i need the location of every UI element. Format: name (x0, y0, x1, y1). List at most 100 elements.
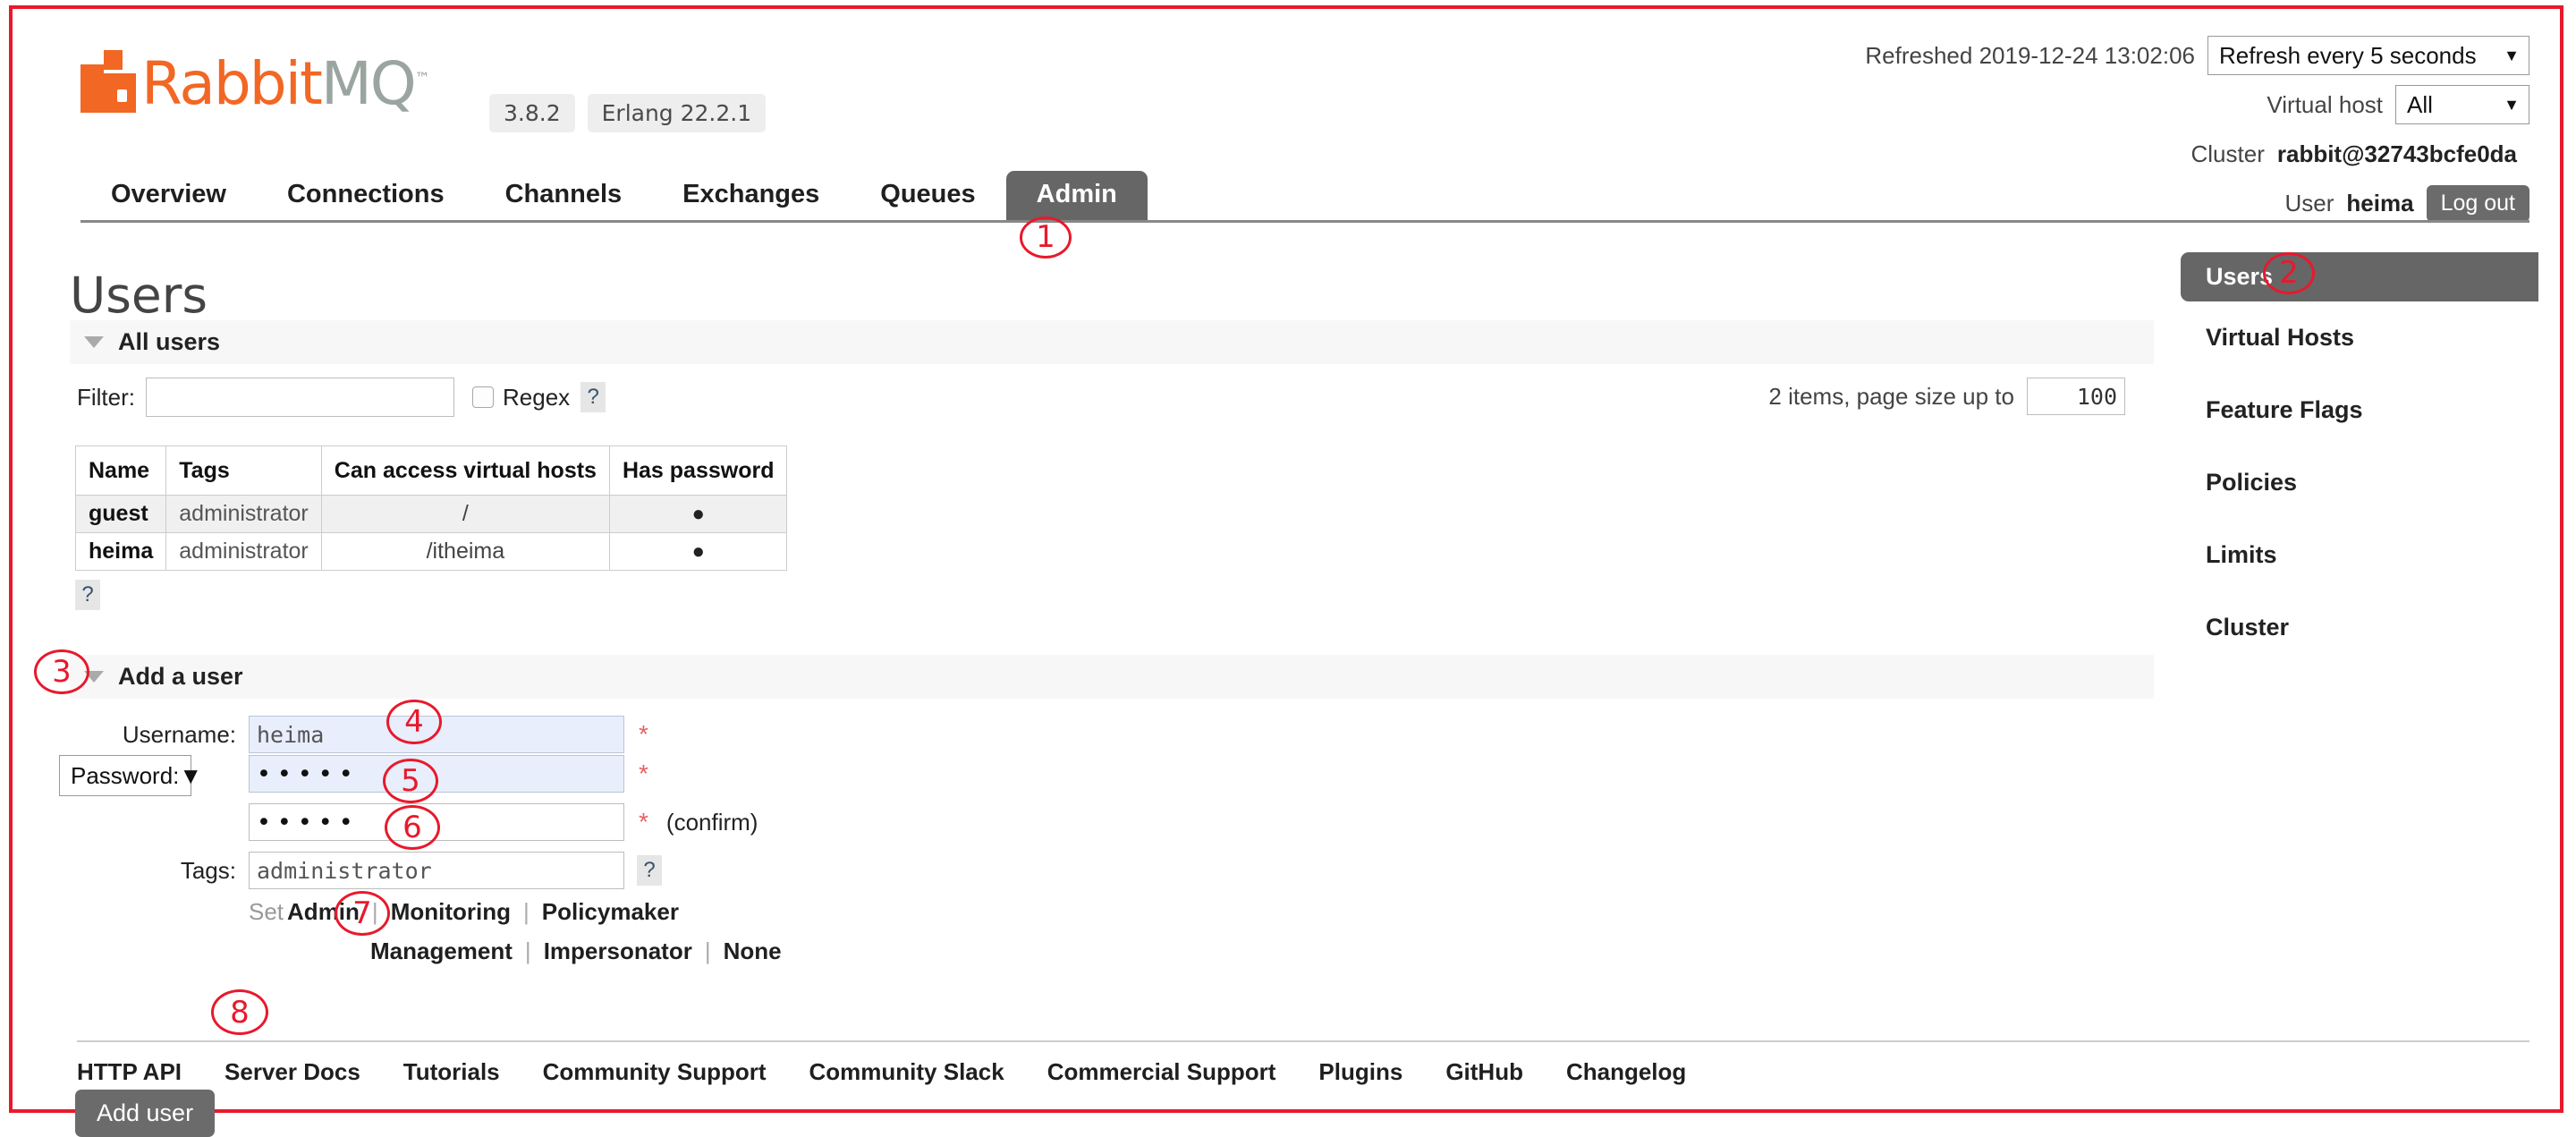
password-type-value: Password: (71, 761, 180, 789)
trademark-symbol: ™ (414, 70, 430, 89)
column-header-has-password[interactable]: Has password (608, 445, 788, 496)
regex-label: Regex (503, 383, 571, 411)
user-name-cell[interactable]: guest (74, 495, 167, 533)
rabbitmq-logo[interactable]: RabbitMQ™ (80, 50, 430, 114)
main-navigation: Overview Connections Channels Exchanges … (13, 166, 2560, 222)
chevron-down-icon: ▼ (2504, 46, 2520, 64)
column-header-vhosts[interactable]: Can access virtual hosts (320, 445, 610, 496)
confirm-note: (confirm) (665, 808, 758, 836)
tags-input[interactable] (249, 852, 624, 889)
tags-row: Tags: ? (13, 852, 662, 889)
add-user-button[interactable]: Add user (75, 1090, 216, 1137)
role-separator: | (524, 938, 531, 964)
password-row: ••••• * (249, 755, 648, 793)
user-has-password-cell: ● (608, 495, 788, 533)
password-confirm-input[interactable]: ••••• (249, 803, 624, 841)
rabbitmq-version-badge: 3.8.2 (489, 94, 575, 132)
username-row: Username: * (13, 716, 648, 753)
user-vhosts-cell: / (320, 495, 610, 533)
filter-input[interactable] (146, 378, 454, 417)
footer-link-github[interactable]: GitHub (1445, 1058, 1523, 1086)
column-header-name[interactable]: Name (74, 445, 167, 496)
sidebar-item-cluster[interactable]: Cluster (2181, 603, 2538, 652)
role-shortcuts-row-1: Set Admin | Monitoring | Policymaker (249, 898, 875, 926)
add-user-section-label: Add a user (118, 663, 243, 690)
username-label: Username: (122, 720, 236, 748)
sidebar-item-users[interactable]: Users (2181, 252, 2538, 301)
table-row[interactable]: guest administrator / ● (74, 495, 788, 533)
password-masked-value: ••••• (257, 759, 360, 788)
erlang-version-badge: Erlang 22.2.1 (587, 94, 767, 132)
tab-connections[interactable]: Connections (257, 171, 475, 222)
tab-overview[interactable]: Overview (80, 171, 257, 222)
sidebar-item-policies[interactable]: Policies (2181, 458, 2538, 507)
regex-help-icon[interactable]: ? (580, 382, 606, 412)
cluster-label: Cluster (2190, 140, 2265, 167)
vhost-select[interactable]: All ▼ (2395, 85, 2529, 124)
page-size-input[interactable] (2027, 378, 2125, 415)
role-link-admin[interactable]: Admin (287, 898, 360, 926)
tab-queues[interactable]: Queues (850, 171, 1005, 222)
footer-link-community-slack[interactable]: Community Slack (809, 1058, 1004, 1086)
sidebar-item-limits[interactable]: Limits (2181, 530, 2538, 580)
role-link-management[interactable]: Management (370, 938, 513, 965)
vhost-select-value: All (2407, 90, 2433, 118)
cluster-name: rabbit@32743bcfe0da (2276, 140, 2517, 167)
username-input[interactable] (249, 716, 624, 753)
collapse-triangle-icon[interactable] (84, 336, 104, 348)
required-marker: * (639, 759, 648, 787)
role-link-impersonator[interactable]: Impersonator (544, 938, 692, 965)
table-row[interactable]: heima administrator /itheima ● (74, 532, 788, 571)
users-table: Name Tags Can access virtual hosts Has p… (74, 445, 788, 571)
nav-divider (80, 220, 2529, 223)
role-link-none[interactable]: None (724, 938, 782, 965)
required-marker: * (639, 720, 648, 748)
footer-link-commercial-support[interactable]: Commercial Support (1047, 1058, 1276, 1086)
tab-admin[interactable]: Admin (1005, 171, 1148, 222)
item-count-label: 2 items, page size up to (1768, 382, 2014, 410)
refresh-interval-value: Refresh every 5 seconds (2219, 41, 2477, 69)
tags-label: Tags: (180, 856, 236, 884)
logo-text-mq: MQ (320, 49, 417, 119)
filter-label: Filter: (77, 383, 135, 411)
regex-checkbox[interactable] (472, 386, 494, 408)
vhost-row: Virtual host All ▼ (1865, 85, 2529, 124)
column-header-tags[interactable]: Tags (165, 445, 322, 496)
footer-link-plugins[interactable]: Plugins (1318, 1058, 1402, 1086)
tab-exchanges[interactable]: Exchanges (652, 171, 850, 222)
rabbit-logo-icon (80, 50, 136, 113)
role-separator: | (704, 938, 711, 964)
logo-text-rabbit: Rabbit (141, 49, 323, 119)
password-type-select[interactable]: Password: ▼ (59, 755, 202, 796)
version-badges: 3.8.2 Erlang 22.2.1 (489, 94, 767, 132)
role-link-policymaker[interactable]: Policymaker (542, 898, 679, 926)
chevron-down-icon: ▼ (2504, 95, 2520, 114)
footer-link-tutorials[interactable]: Tutorials (403, 1058, 500, 1086)
user-name-cell[interactable]: heima (74, 532, 167, 571)
collapse-triangle-icon[interactable] (84, 671, 104, 683)
regex-toggle[interactable]: Regex ? (472, 382, 606, 412)
add-user-section-header[interactable]: Add a user (70, 655, 2154, 699)
role-link-monitoring[interactable]: Monitoring (391, 898, 511, 926)
pagination-row: 2 items, page size up to (1768, 378, 2125, 415)
annotation-marker-8: 8 (211, 989, 268, 1036)
role-separator: | (371, 898, 378, 925)
all-users-section-header[interactable]: All users (70, 320, 2154, 364)
footer-link-changelog[interactable]: Changelog (1566, 1058, 1686, 1086)
required-marker: * (639, 808, 648, 836)
sidebar-item-virtual-hosts[interactable]: Virtual Hosts (2181, 313, 2538, 362)
footer-link-http-api[interactable]: HTTP API (77, 1058, 182, 1086)
refresh-interval-select[interactable]: Refresh every 5 seconds ▼ (2207, 36, 2529, 75)
table-header-row: Name Tags Can access virtual hosts Has p… (74, 445, 788, 496)
sidebar-item-feature-flags[interactable]: Feature Flags (2181, 386, 2538, 435)
all-users-section-label: All users (118, 328, 221, 355)
footer-link-server-docs[interactable]: Server Docs (225, 1058, 360, 1086)
tags-help-icon[interactable]: ? (637, 855, 662, 886)
footer-link-community-support[interactable]: Community Support (543, 1058, 767, 1086)
password-input[interactable]: ••••• (249, 755, 624, 793)
tab-channels[interactable]: Channels (475, 171, 653, 222)
password-confirm-row: ••••• * (confirm) (249, 803, 758, 841)
filter-row: Filter: Regex ? (77, 378, 606, 417)
footer-links: HTTP API Server Docs Tutorials Community… (77, 1040, 2529, 1086)
table-help-icon[interactable]: ? (75, 580, 100, 610)
